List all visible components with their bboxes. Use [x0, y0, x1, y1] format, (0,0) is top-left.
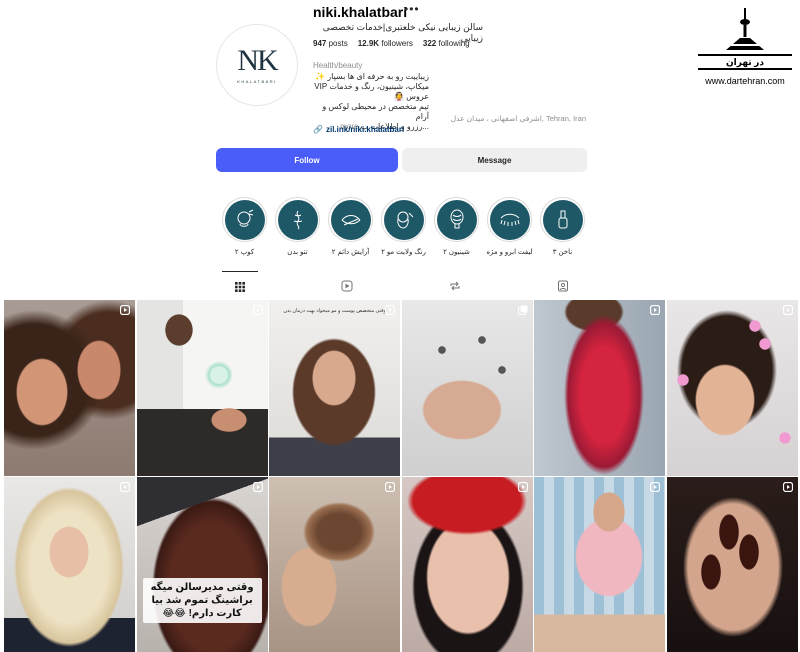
grid-icon: [235, 281, 245, 292]
reel-icon: [782, 305, 793, 315]
tab-reels[interactable]: [329, 271, 365, 301]
highlight-label: لیفت ابرو و مژه: [486, 249, 533, 256]
reel-icon: [782, 482, 793, 492]
post-tile[interactable]: وقتی متخصص پوست و مو میخواد بهت درمان بد…: [269, 300, 401, 476]
repost-icon: [450, 281, 460, 291]
tab-posts[interactable]: [222, 271, 258, 301]
profile-username: niki.khalatbari: [313, 4, 408, 20]
post-tile[interactable]: [401, 300, 533, 476]
post-tile[interactable]: [4, 477, 135, 652]
carousel-icon: [517, 305, 528, 315]
profile-tabs: [222, 271, 587, 301]
bio-line: زیباییت رو به حرفه ای ها بسپار ✨: [315, 72, 429, 81]
profile-link[interactable]: 🔗 zil.ink/niki.khalatbari: [313, 125, 404, 134]
reel-icon: [252, 482, 263, 492]
highlight-label: آرایش دائم ۲: [331, 249, 370, 256]
highlight-label: ناخن ۳: [552, 249, 573, 256]
reel-icon: [650, 305, 661, 315]
highlight-item[interactable]: لیفت ابرو و مژه: [486, 197, 533, 256]
profile-avatar[interactable]: NK KHALATBARI: [216, 24, 298, 106]
posts-count: 947 posts: [313, 39, 348, 48]
reel-icon: [385, 482, 396, 492]
post-tile[interactable]: [401, 477, 533, 652]
follow-button[interactable]: Follow: [216, 148, 398, 172]
bio-line: تیم متخصص در محیطی لوکس و آرام: [322, 102, 429, 121]
highlight-item[interactable]: کوپ ۲: [222, 197, 267, 256]
profile-bio: زیباییت رو به حرفه ای ها بسپار ✨ میکاپ، …: [309, 72, 429, 132]
reels-icon: [341, 280, 353, 292]
highlight-item[interactable]: تتو بدن: [275, 197, 320, 256]
followers-count[interactable]: 12.9K followers: [358, 39, 413, 48]
profile-address: اشرفی اصفهانی ، میدان عدل, Tehran, Iran: [450, 114, 586, 123]
watermark-url: www.dartehran.com: [705, 76, 785, 86]
hair-cut-icon: [224, 199, 265, 240]
highlight-label: شینیون ۲: [443, 249, 470, 256]
post-tile[interactable]: [534, 300, 666, 476]
highlight-label: رنگ ولایت مو ۲: [381, 249, 426, 256]
lash-lift-icon: [489, 199, 530, 240]
posts-grid: وقتی متخصص پوست و مو میخواد بهت درمان بد…: [4, 300, 798, 652]
reel-icon: [120, 482, 130, 492]
tattoo-icon: [277, 199, 318, 240]
post-tile[interactable]: وقتی مدیرسالن میگه براشینگ تموم شد بیا ک…: [136, 477, 268, 652]
avatar-subtext: KHALATBARI: [237, 79, 277, 84]
highlight-label: تتو بدن: [287, 249, 308, 256]
reel-icon: [252, 305, 263, 315]
highlight-item[interactable]: شینیون ۲: [434, 197, 479, 256]
dartehran-watermark: در تهران www.dartehran.com: [698, 8, 792, 92]
watermark-text: در تهران: [698, 54, 792, 70]
tagged-icon: [558, 280, 568, 292]
post-tile[interactable]: [269, 477, 401, 652]
message-button[interactable]: Message: [402, 148, 587, 172]
reel-icon: [650, 482, 661, 492]
post-tile[interactable]: [534, 477, 666, 652]
highlight-item[interactable]: آرایش دائم ۲: [328, 197, 373, 256]
profile-link-text[interactable]: zil.ink/niki.khalatbari: [326, 125, 404, 134]
tab-tagged[interactable]: [545, 271, 581, 301]
reel-icon: [385, 305, 396, 315]
highlight-item[interactable]: ناخن ۳: [540, 197, 585, 256]
story-highlights: کوپ ۲ تتو بدن آرایش دائم ۲ رنگ ولایت مو …: [222, 197, 585, 256]
post-caption-overlay: وقتی متخصص پوست و مو میخواد بهت درمان بد…: [283, 308, 387, 314]
highlight-label: کوپ ۲: [234, 249, 255, 256]
reel-icon: [517, 482, 528, 492]
more-options-icon[interactable]: •••: [404, 2, 420, 16]
updo-icon: [436, 199, 477, 240]
post-tile[interactable]: [4, 300, 135, 476]
post-tile[interactable]: [666, 477, 798, 652]
following-count[interactable]: 322 following: [423, 39, 470, 48]
nail-polish-icon: [542, 199, 583, 240]
profile-stats: 947 posts 12.9K followers 322 following: [313, 39, 470, 48]
tab-reposts[interactable]: [437, 271, 473, 301]
eyeliner-icon: [330, 199, 371, 240]
post-tile[interactable]: [666, 300, 798, 476]
post-tile[interactable]: [136, 300, 268, 476]
milad-tower-icon: [726, 8, 764, 50]
reel-icon: [120, 305, 130, 315]
post-caption-overlay: وقتی مدیرسالن میگه براشینگ تموم شد بیا ک…: [142, 578, 262, 623]
profile-category: Health/beauty: [313, 61, 363, 70]
avatar-monogram: NK: [237, 44, 278, 77]
bio-line: میکاپ، شینیون، رنگ و خدمات VIP عروس 👰: [314, 82, 429, 101]
link-icon: 🔗: [313, 125, 323, 134]
highlight-item[interactable]: رنگ ولایت مو ۲: [381, 197, 426, 256]
hair-color-icon: [383, 199, 424, 240]
